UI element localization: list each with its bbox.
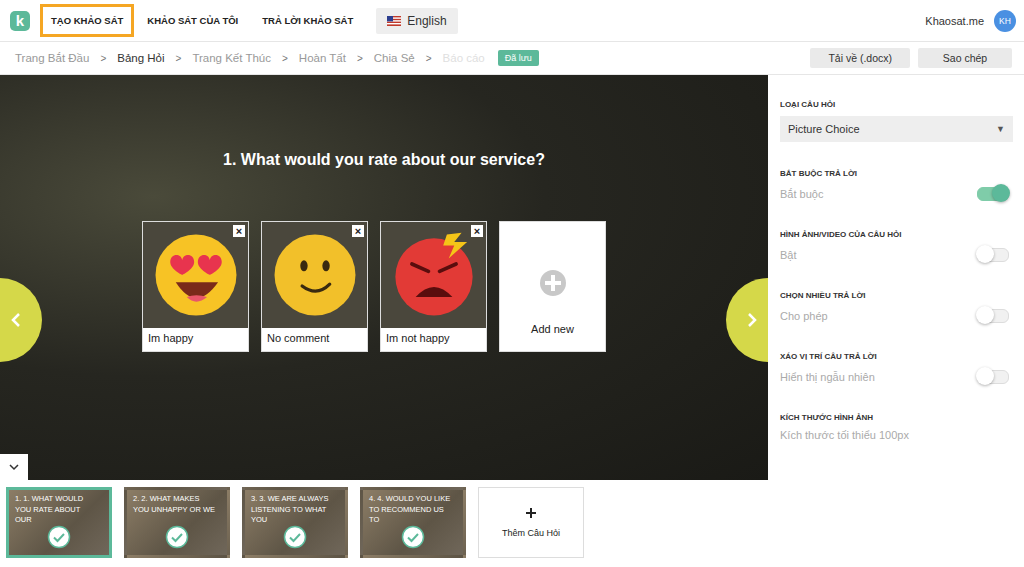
language-button[interactable]: English (376, 8, 457, 34)
question-title[interactable]: 1. What would you rate about our service… (223, 151, 545, 169)
choice-card[interactable]: × No comment (261, 221, 368, 352)
question-strip: 1. 1. WHAT WOULD YOU RATE ABOUT OUR2. 2.… (0, 480, 1024, 567)
settings-panel: LOẠI CÂU HỎIPicture Choice▼ BẮT BUỘC TRẢ … (768, 75, 1024, 480)
toggle-switch[interactable] (977, 370, 1009, 384)
breadcrumb-separator: > (176, 53, 182, 64)
action-button[interactable]: Tải về (.docx) (810, 48, 910, 68)
breadcrumb-step[interactable]: Trang Bắt Đầu (15, 52, 89, 64)
heart-eyes-emoji-icon (150, 229, 242, 321)
check-circle-icon (165, 525, 189, 549)
plus-circle-icon (539, 269, 567, 297)
choice-image: × (143, 222, 248, 328)
saved-badge: Đã lưu (498, 50, 539, 66)
actions: Tải về (.docx) Sao chép (810, 48, 1012, 68)
question-thumbnail[interactable]: 4. 4. WOULD YOU LIKE TO RECOMMEND US TO (360, 487, 466, 558)
add-question-button[interactable]: Thêm Câu Hỏi (478, 487, 584, 558)
question-thumbnail[interactable]: 1. 1. WHAT WOULD YOU RATE ABOUT OUR (6, 487, 112, 558)
chevron-down-icon (9, 463, 19, 471)
top-bar: k TẠO KHẢO SÁTKHẢO SÁT CỦA TÔITRẢ LỜI KHẢ… (0, 0, 1024, 42)
breadcrumb: Trang Bắt Đầu > Bảng Hỏi > Trang Kết Thúc > Ho… (15, 50, 539, 66)
chevron-right-icon (746, 312, 758, 328)
breadcrumb-separator: > (100, 53, 106, 64)
smile-emoji-icon (269, 229, 361, 321)
chevron-left-icon (10, 312, 22, 328)
question-thumbnail[interactable]: 3. 3. WE ARE ALWAYS LISTENING TO WHAT YO… (242, 487, 348, 558)
plus-icon (526, 508, 536, 518)
breadcrumb-step: Báo cáo (443, 52, 485, 64)
setting-row: BẮT BUỘC TRẢ LỜIBắt buộc (780, 169, 1013, 203)
choice-image: × (262, 222, 367, 328)
nav-item[interactable]: TẠO KHẢO SÁT (40, 4, 134, 37)
breadcrumb-separator: > (426, 53, 432, 64)
remove-choice-button[interactable]: × (471, 225, 483, 237)
toggle-switch[interactable] (977, 309, 1009, 323)
editor-main: 1. What would you rate about our service… (0, 75, 1024, 480)
site-name[interactable]: Khaosat.me (925, 15, 984, 27)
survey-editor: k TẠO KHẢO SÁTKHẢO SÁT CỦA TÔITRẢ LỜI KHẢ… (0, 0, 1024, 567)
toggle-switch[interactable] (977, 187, 1009, 201)
breadcrumb-step[interactable]: Bảng Hỏi (117, 52, 164, 64)
breadcrumb-step[interactable]: Chia Sẻ (374, 52, 415, 64)
add-choice-card[interactable]: Add new (499, 221, 606, 352)
choice-card[interactable]: × Im happy (142, 221, 249, 352)
check-circle-icon (401, 525, 425, 549)
remove-choice-button[interactable]: × (233, 225, 245, 237)
setting-row: HÌNH ẢNH/VIDEO CỦA CÂU HỎIBật (780, 230, 1013, 264)
breadcrumb-separator: > (282, 53, 288, 64)
choice-image: × (381, 222, 486, 328)
step-bar: Trang Bắt Đầu > Bảng Hỏi > Trang Kết Thúc > Ho… (0, 42, 1024, 75)
remove-choice-button[interactable]: × (352, 225, 364, 237)
user-avatar[interactable]: KH (994, 10, 1016, 32)
image-size-section: KÍCH THƯỚC HÌNH ẢNHKích thước tối thiểu … (780, 413, 1013, 441)
angry-emoji-icon (388, 229, 480, 321)
setting-row: XÁO VỊ TRÍ CÂU TRẢ LỜIHiển thị ngẫu nhiê… (780, 352, 1013, 386)
toggle-switch[interactable] (977, 248, 1009, 262)
image-size-field[interactable]: Kích thước tối thiểu 100px (780, 429, 1013, 441)
collapse-button[interactable] (0, 454, 28, 480)
choice-list: × Im happy × No comment × Im not happy Add new (142, 221, 606, 352)
question-type-section: LOẠI CÂU HỎIPicture Choice▼ (780, 100, 1013, 142)
choice-label[interactable]: Im happy (143, 328, 248, 351)
check-circle-icon (47, 525, 71, 549)
question-canvas: 1. What would you rate about our service… (0, 75, 768, 480)
main-nav: TẠO KHẢO SÁTKHẢO SÁT CỦA TÔITRẢ LỜI KHẢO… (40, 4, 366, 37)
nav-item[interactable]: TRẢ LỜI KHẢO SÁT (251, 4, 364, 37)
setting-row: CHỌN NHIỀU TRẢ LỜICho phép (780, 291, 1013, 325)
choice-label[interactable]: No comment (262, 328, 367, 351)
breadcrumb-step[interactable]: Trang Kết Thúc (192, 52, 271, 64)
logo[interactable]: k (10, 11, 30, 31)
question-type-select[interactable]: Picture Choice▼ (780, 116, 1013, 142)
us-flag-icon (387, 16, 401, 26)
question-thumbnail[interactable]: 2. 2. WHAT MAKES YOU UNHAPPY OR WE (124, 487, 230, 558)
choice-label[interactable]: Im not happy (381, 328, 486, 351)
action-button[interactable]: Sao chép (918, 48, 1012, 68)
breadcrumb-step[interactable]: Hoàn Tất (299, 52, 346, 64)
breadcrumb-separator: > (357, 53, 363, 64)
nav-item[interactable]: KHẢO SÁT CỦA TÔI (136, 4, 249, 37)
choice-card[interactable]: × Im not happy (380, 221, 487, 352)
check-circle-icon (283, 525, 307, 549)
